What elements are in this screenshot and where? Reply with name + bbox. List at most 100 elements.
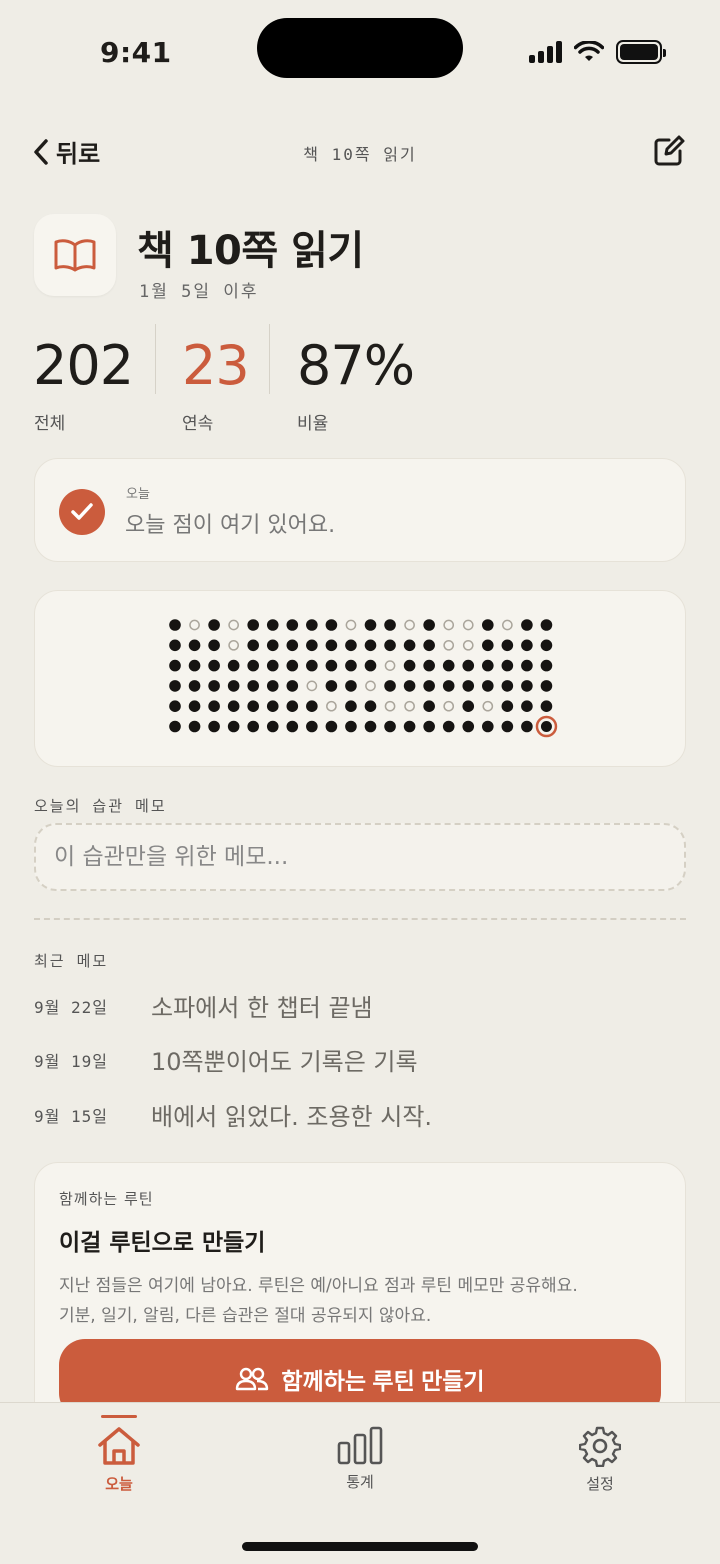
dot-done: [423, 720, 435, 733]
dot-done: [403, 720, 416, 733]
dot-done: [364, 720, 377, 733]
dot-missed: [482, 700, 494, 712]
dot-missed: [384, 700, 396, 712]
tab-settings[interactable]: 설정: [540, 1403, 660, 1513]
wifi-icon: [574, 41, 604, 61]
bar-chart-icon: [337, 1426, 383, 1465]
dot-done: [188, 659, 201, 672]
dot-done: [266, 619, 279, 631]
dot-missed: [462, 639, 474, 651]
tab-bar: 오늘 통계 설정: [0, 1402, 720, 1564]
dot-done: [227, 720, 240, 733]
dot-missed: [443, 619, 455, 631]
dot-done: [403, 639, 416, 652]
dot-done: [306, 619, 318, 631]
dot-done: [462, 659, 475, 672]
dot-done: [286, 700, 299, 712]
dot-done: [227, 680, 240, 692]
habit-title: 책 10쪽 읽기: [137, 228, 364, 274]
stat-rate-label: 비율: [297, 414, 329, 434]
dot-done: [521, 680, 533, 692]
dot-done: [286, 680, 299, 692]
dot-done: [306, 659, 318, 672]
memo-text: 10쪽뿐이어도 기록은 기록: [151, 1048, 418, 1076]
dot-done: [540, 680, 553, 692]
dot-done: [423, 619, 435, 631]
habit-icon-tile: [34, 214, 116, 296]
routine-description-line: 기분, 일기, 알림, 다른 습관은 절대 공유되지 않아요.: [59, 1306, 432, 1326]
dot-done: [423, 659, 435, 672]
dot-done: [521, 659, 533, 672]
memo-text: 소파에서 한 챕터 끝냄: [151, 994, 373, 1022]
check-icon[interactable]: [59, 489, 105, 535]
dot-done: [462, 700, 475, 712]
memo-date: 9월 15일: [34, 1107, 108, 1126]
dynamic-island: [257, 18, 463, 78]
tab-label: 통계: [346, 1473, 374, 1491]
dot-done: [325, 680, 338, 692]
stat-divider: [155, 324, 156, 394]
list-item: 9월 19일 10쪽뿐이어도 기록은 기록: [34, 1042, 686, 1082]
dot-missed: [228, 639, 239, 651]
dot-done: [227, 700, 240, 712]
dot-done: [540, 619, 553, 631]
tab-today[interactable]: 오늘: [59, 1403, 179, 1513]
dot-done: [306, 639, 318, 652]
dot-done: [462, 680, 475, 692]
edit-icon[interactable]: [652, 134, 686, 168]
active-tab-indicator: [101, 1415, 137, 1418]
dot-done: [345, 700, 357, 712]
dot-done: [286, 639, 299, 652]
dot-done: [423, 680, 435, 692]
dot-done: [208, 700, 220, 712]
stat-total-value: 202: [33, 334, 134, 397]
dot-done: [423, 700, 435, 712]
dot-done: [325, 720, 338, 733]
dot-done: [306, 700, 318, 712]
dot-grid-card: [34, 590, 686, 767]
cellular-signal-icon: [529, 41, 562, 63]
dot-missed: [384, 660, 396, 671]
tab-stats[interactable]: 통계: [300, 1403, 420, 1513]
nav-title: 책 10쪽 읽기: [303, 145, 417, 164]
dot-done: [482, 680, 494, 692]
dot-done: [442, 720, 455, 733]
dot-done: [188, 700, 201, 712]
tab-label: 설정: [586, 1475, 614, 1493]
dot-today: [540, 721, 552, 732]
dot-done: [442, 659, 455, 672]
dot-done: [501, 700, 514, 712]
dot-done: [325, 619, 338, 631]
status-icons: [529, 40, 666, 64]
dot-done: [482, 619, 494, 631]
memo-date: 9월 19일: [34, 1052, 108, 1071]
dot-done: [208, 619, 220, 631]
memo-input[interactable]: [34, 823, 686, 891]
dot-done: [364, 639, 377, 652]
dot-done: [501, 680, 514, 692]
today-card[interactable]: 오늘 오늘 점이 여기 있어요.: [34, 458, 686, 562]
dot-missed: [443, 700, 455, 712]
dot-done: [501, 720, 514, 733]
stat-streak-value: 23: [182, 334, 250, 397]
dot-done: [286, 619, 299, 631]
dot-done: [188, 680, 201, 692]
dot-done: [306, 720, 318, 733]
memo-label: 오늘의 습관 메모: [34, 797, 167, 815]
dot-missed: [306, 680, 318, 692]
stat-rate-value: 87%: [297, 334, 415, 397]
dot-done: [521, 619, 533, 631]
dot-done: [540, 659, 553, 672]
dot-done: [540, 700, 553, 712]
stat-streak-label: 연속: [182, 414, 214, 434]
dot-done: [266, 680, 279, 692]
dot-done: [345, 680, 357, 692]
status-time: 9:41: [100, 36, 172, 69]
dot-done: [325, 659, 338, 672]
dot-done: [325, 639, 338, 652]
dot-missed: [228, 619, 239, 631]
dot-missed: [345, 619, 357, 631]
dot-missed: [502, 619, 513, 631]
people-icon: [236, 1367, 269, 1391]
home-indicator: [242, 1542, 478, 1551]
